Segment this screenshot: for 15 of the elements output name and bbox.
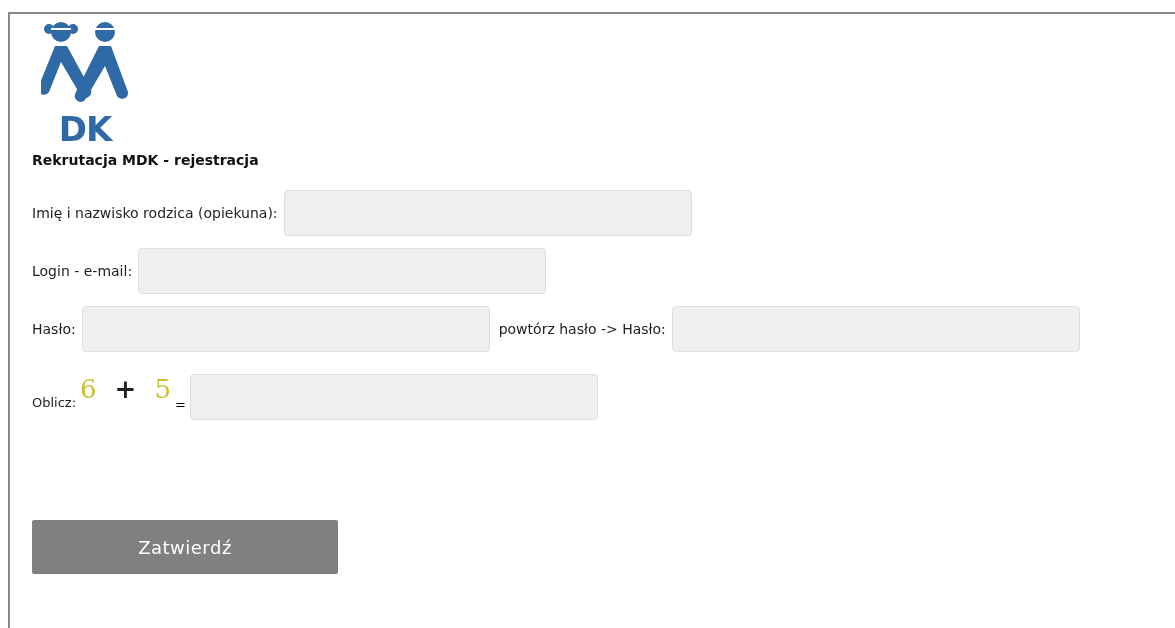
- field-label: Oblicz:: [32, 395, 77, 412]
- input-field[interactable]: [671, 306, 1080, 352]
- field-label: Login - e-mail:: [32, 263, 133, 279]
- form-title: Rekrutacja MDK - rejestracja: [32, 152, 260, 168]
- field-label: Hasło:: [32, 321, 76, 337]
- submit-button[interactable]: Zatwierdź: [32, 520, 338, 574]
- input-field[interactable]: [81, 306, 490, 352]
- field-label: powtórz hasło -> Hasło:: [498, 321, 666, 337]
- captcha-text: 6 + 5: [80, 374, 171, 404]
- input-field[interactable]: [283, 190, 692, 236]
- input-field[interactable]: [189, 374, 598, 420]
- field-label: Imię i nazwisko rodzica (opiekuna):: [32, 205, 278, 221]
- logo-drawing: DK: [40, 20, 130, 146]
- equals-sign: =: [174, 397, 186, 414]
- input-field[interactable]: [138, 248, 547, 294]
